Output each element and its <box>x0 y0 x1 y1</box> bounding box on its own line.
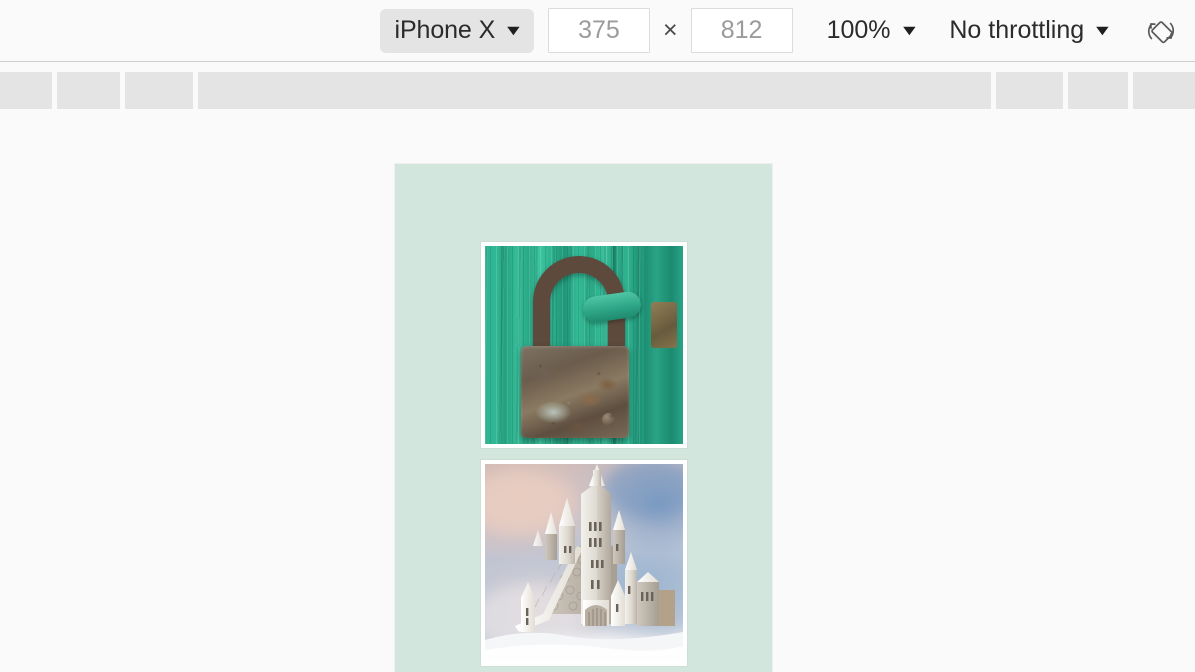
skeleton-block <box>996 72 1063 109</box>
dimension-separator: × <box>662 16 678 44</box>
network-throttling-label: No throttling <box>949 16 1085 44</box>
viewport-width-input[interactable] <box>547 8 650 53</box>
rotate-device-icon[interactable] <box>1141 11 1181 51</box>
skeleton-block <box>1133 72 1195 109</box>
rusty-padlock-on-green-door-image <box>484 246 683 444</box>
viewport-height-input[interactable] <box>690 8 793 53</box>
page-loading-skeleton-bar <box>0 72 1195 109</box>
page-content <box>395 164 772 672</box>
device-preset-dropdown[interactable]: iPhone X ▼ <box>380 8 534 53</box>
skeleton-block <box>1068 72 1128 109</box>
photo-card[interactable] <box>480 460 687 666</box>
network-throttling-dropdown[interactable]: No throttling ▼ <box>949 16 1114 44</box>
chevron-down-icon: ▼ <box>1092 22 1114 39</box>
photo-card[interactable] <box>480 242 687 448</box>
skeleton-block <box>57 72 120 109</box>
skeleton-block <box>0 72 52 109</box>
emulated-page-canvas <box>0 109 1195 672</box>
zoom-dropdown[interactable]: 100% ▼ <box>826 16 920 44</box>
chevron-down-icon: ▼ <box>503 22 525 39</box>
dimension-group: × <box>547 8 793 53</box>
chevron-down-icon: ▼ <box>898 22 920 39</box>
skeleton-block <box>125 72 193 109</box>
device-preset-label: iPhone X <box>394 16 496 44</box>
white-fantasy-castle-image <box>484 464 683 662</box>
skeleton-block <box>198 72 991 109</box>
device-viewport-frame <box>395 164 772 672</box>
device-emulation-toolbar: iPhone X ▼ × 100% ▼ No throttling ▼ <box>0 0 1195 62</box>
zoom-level-label: 100% <box>826 16 891 44</box>
